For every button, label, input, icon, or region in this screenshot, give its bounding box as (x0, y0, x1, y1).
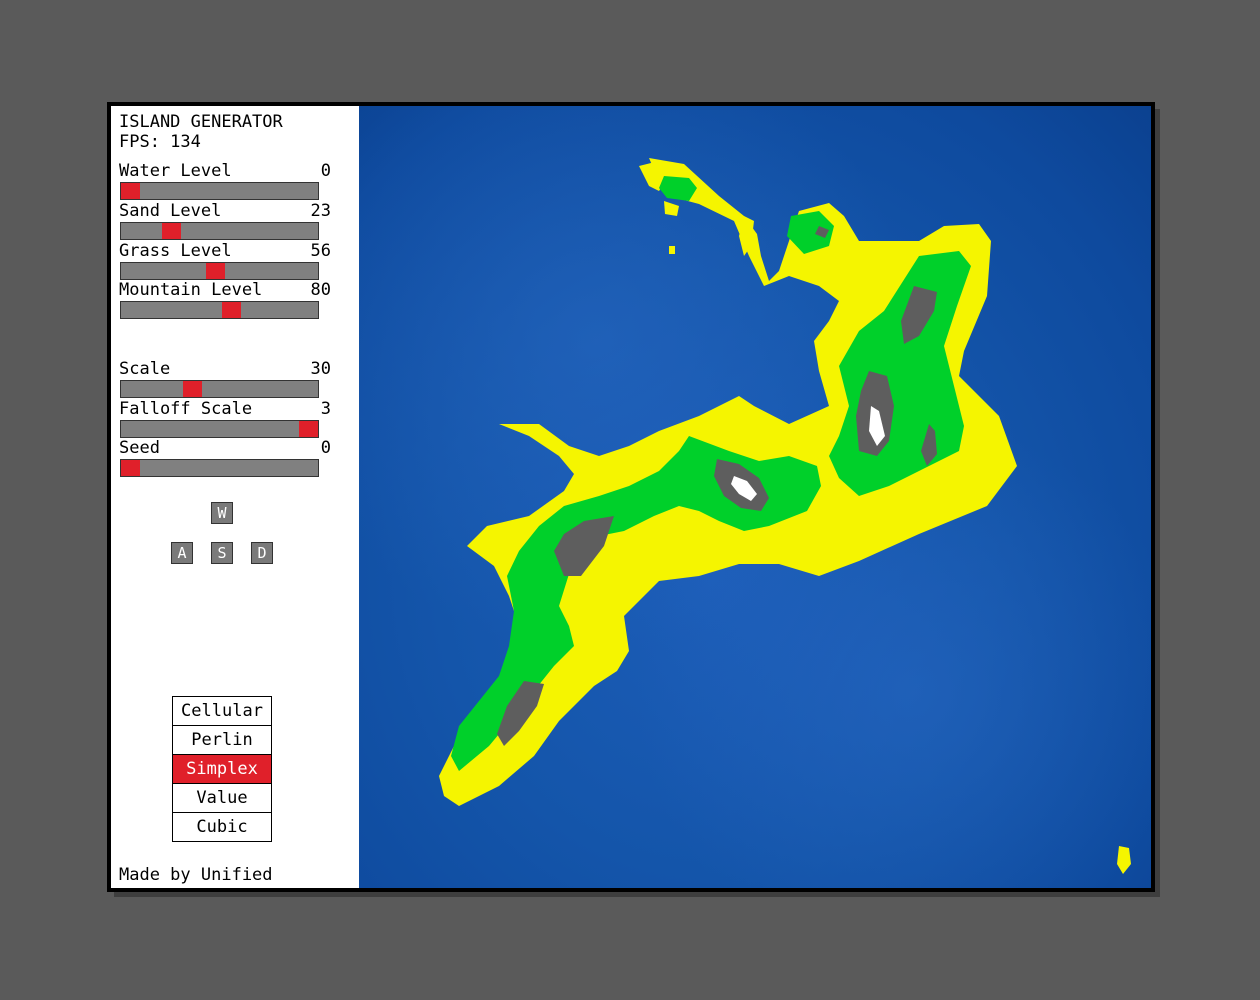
app-title: ISLAND GENERATOR (119, 112, 283, 132)
noise-cellular-button[interactable]: Cellular (172, 696, 272, 726)
water-level-value: 0 (320, 161, 331, 181)
grass-level-label: Grass Level (119, 241, 232, 261)
seed-slider[interactable] (120, 459, 319, 477)
slider-thumb[interactable] (222, 302, 241, 318)
key-w-button[interactable]: W (211, 502, 233, 524)
sand-level-slider[interactable] (120, 222, 319, 240)
sand-level-label: Sand Level (119, 201, 222, 221)
noise-type-list: Cellular Perlin Simplex Value Cubic (172, 696, 272, 842)
noise-cubic-button[interactable]: Cubic (172, 812, 272, 842)
key-a-button[interactable]: A (171, 542, 193, 564)
credits-text: Made by Unified (119, 865, 273, 885)
sand-level-value: 23 (310, 201, 331, 221)
seed-value: 0 (320, 438, 331, 458)
falloff-scale-slider[interactable] (120, 420, 319, 438)
key-d-button[interactable]: D (251, 542, 273, 564)
noise-perlin-button[interactable]: Perlin (172, 725, 272, 755)
mountain-level-value: 80 (310, 280, 331, 300)
noise-simplex-button[interactable]: Simplex (172, 754, 272, 784)
control-panel: ISLAND GENERATOR FPS: 134 Water Level 0 … (111, 106, 359, 888)
mountain-level-label: Mountain Level (119, 280, 263, 300)
water-level-slider[interactable] (120, 182, 319, 200)
falloff-scale-label: Falloff Scale (119, 399, 253, 419)
app-window: ISLAND GENERATOR FPS: 134 Water Level 0 … (107, 102, 1155, 892)
slider-thumb[interactable] (121, 183, 140, 199)
grass-level-slider[interactable] (120, 262, 319, 280)
island-map-canvas (359, 106, 1151, 888)
slider-thumb[interactable] (121, 460, 140, 476)
fps-counter: FPS: 134 (119, 132, 201, 152)
slider-thumb[interactable] (299, 421, 318, 437)
seed-label: Seed (119, 438, 160, 458)
island-map-view[interactable] (359, 106, 1151, 888)
noise-value-button[interactable]: Value (172, 783, 272, 813)
scale-label: Scale (119, 359, 171, 379)
grass-level-value: 56 (310, 241, 331, 261)
falloff-scale-value: 3 (320, 399, 331, 419)
scale-slider[interactable] (120, 380, 319, 398)
slider-thumb[interactable] (183, 381, 202, 397)
key-s-button[interactable]: S (211, 542, 233, 564)
mountain-level-slider[interactable] (120, 301, 319, 319)
slider-thumb[interactable] (206, 263, 225, 279)
slider-thumb[interactable] (162, 223, 181, 239)
water-level-label: Water Level (119, 161, 232, 181)
scale-value: 30 (310, 359, 331, 379)
